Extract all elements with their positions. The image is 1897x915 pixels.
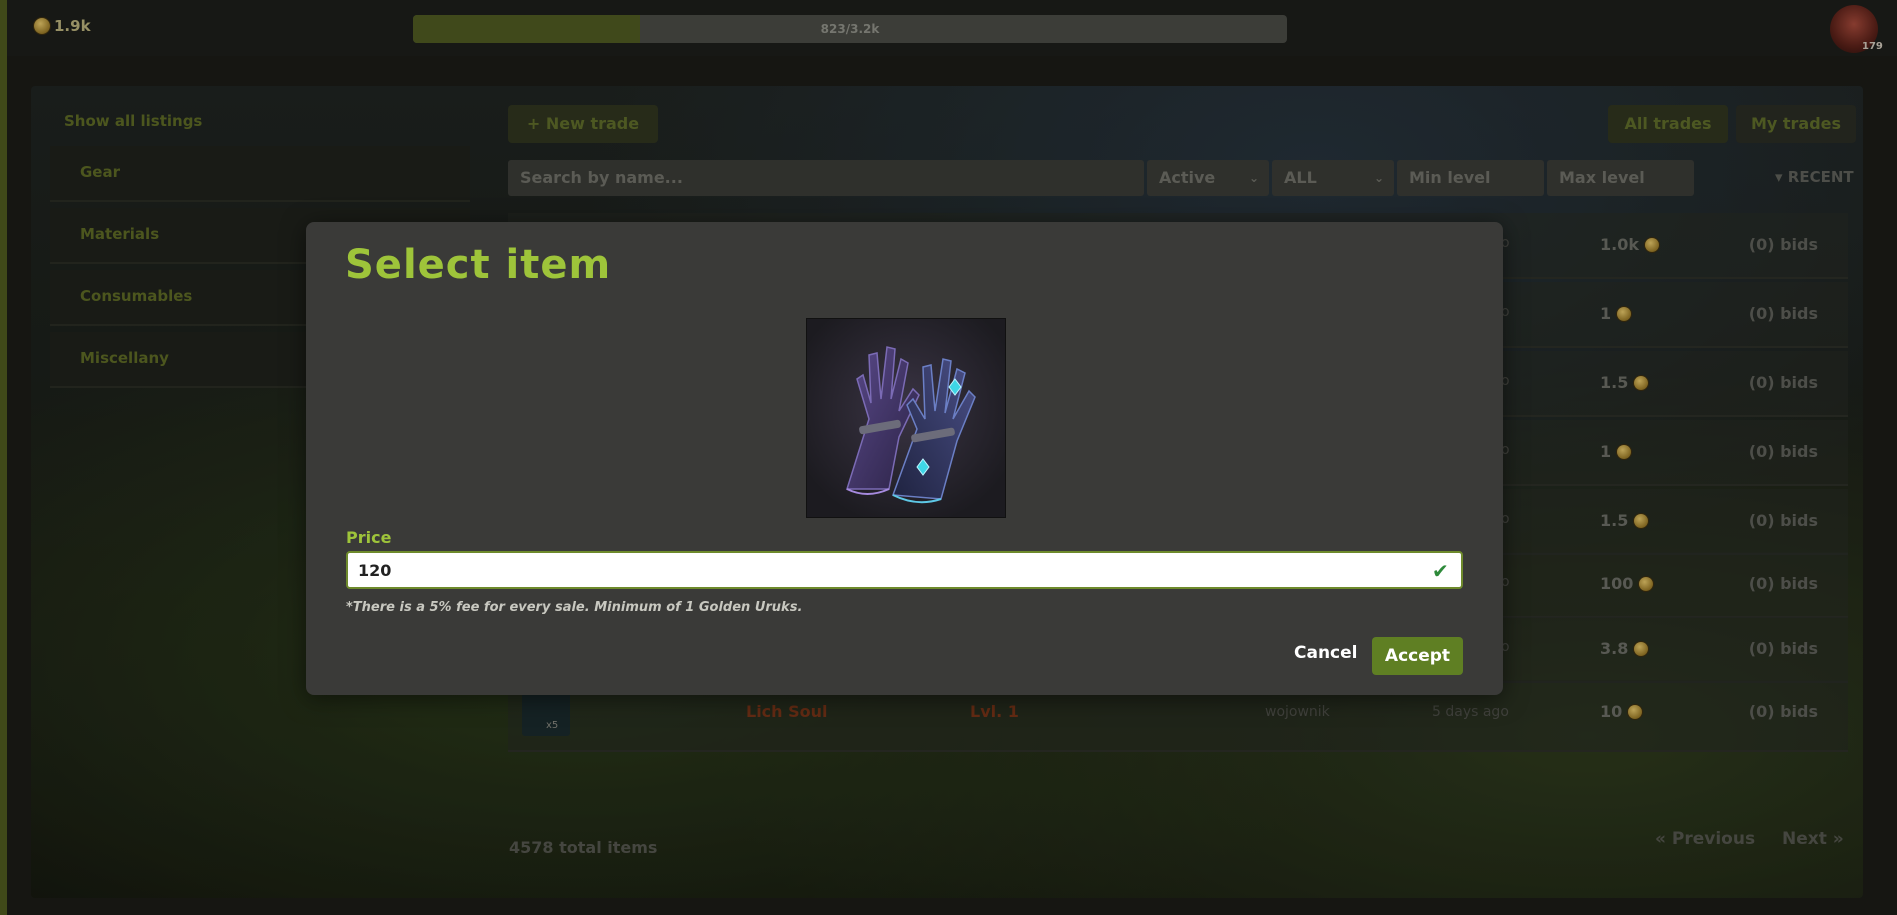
cancel-button[interactable]: Cancel	[1294, 643, 1357, 663]
selected-item-image	[806, 318, 1006, 518]
accept-button[interactable]: Accept	[1372, 637, 1463, 675]
select-item-modal: Select item Price 120 ✔ *There is a 5% f…	[306, 222, 1503, 695]
check-icon: ✔	[1432, 559, 1449, 583]
price-label: Price	[346, 528, 392, 547]
price-input[interactable]	[346, 551, 1463, 589]
fee-note: *There is a 5% fee for every sale. Minim…	[346, 600, 803, 615]
modal-title: Select item	[345, 242, 612, 288]
glowing-gloves-icon	[807, 319, 1005, 517]
